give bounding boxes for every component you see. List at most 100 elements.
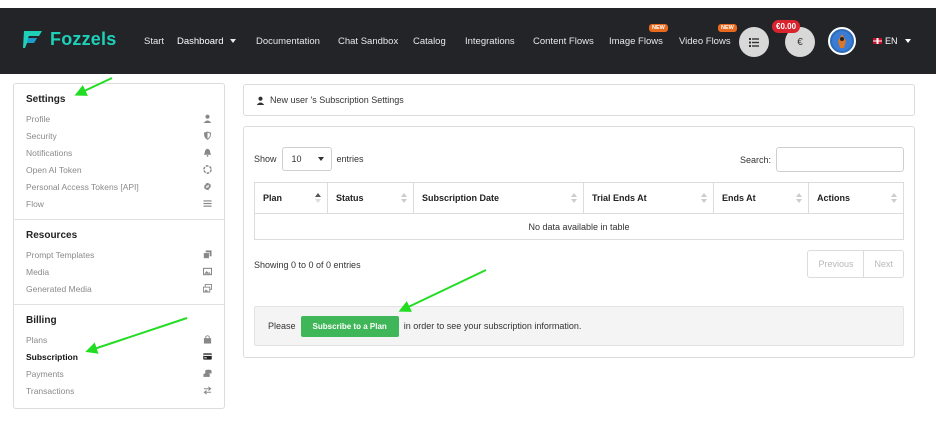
search-label: Search: [739, 154, 771, 165]
sort-icon [571, 193, 577, 203]
entries-label: entries [336, 154, 364, 164]
exchange-icon [202, 386, 212, 396]
nav-start[interactable]: Start [144, 36, 164, 47]
column-header-label: Subscription Date [422, 193, 500, 203]
sidebar-item-transactions[interactable]: Transactions [26, 382, 212, 399]
sidebar-item-generated-media[interactable]: Generated Media [26, 280, 212, 297]
column-header-label: Plan [263, 193, 283, 203]
sidebar-heading: Resources [26, 230, 78, 241]
column-header-label: Actions [817, 193, 851, 203]
nav-content-flows[interactable]: Content Flows [533, 36, 594, 47]
nav-documentation[interactable]: Documentation [256, 36, 320, 47]
nav-integrations[interactable]: Integrations [465, 36, 515, 47]
nav-chat-sandbox[interactable]: Chat Sandbox [338, 36, 398, 47]
pagination: Previous Next [807, 250, 904, 278]
sidebar-section-billing: Billing Plans Subscription Payments Tran… [14, 305, 224, 408]
sidebar-item-label: Generated Media [26, 283, 92, 294]
nav-video-flows[interactable]: Video Flows NEW [679, 24, 737, 47]
sidebar-item-notifications[interactable]: Notifications [26, 144, 212, 161]
sidebar-item-label: Flow [26, 198, 44, 209]
list-menu-button[interactable] [739, 27, 769, 57]
table-length-control: Show 10 entries [254, 147, 364, 171]
coins-icon [202, 369, 212, 379]
sidebar-item-plans[interactable]: Plans [26, 331, 212, 348]
sort-icon [401, 193, 407, 203]
subscribe-notice: Please Subscribe to a Plan in order to s… [254, 306, 904, 346]
subscribe-to-plan-button[interactable]: Subscribe to a Plan [300, 315, 399, 337]
chevron-down-icon [904, 39, 911, 43]
sidebar-item-personal-access-tokens[interactable]: Personal Access Tokens [API] [26, 178, 212, 195]
table-search: Search: [740, 147, 904, 172]
pagination-previous-button[interactable]: Previous [808, 251, 863, 277]
page-title-card: New user 's Subscription Settings [243, 84, 915, 116]
sort-icon [701, 193, 707, 203]
language-selector[interactable]: EN [873, 36, 911, 46]
column-header-ends-at[interactable]: Ends At [713, 182, 809, 214]
notice-text-before: Please [268, 321, 296, 331]
column-header-actions[interactable]: Actions [808, 182, 904, 214]
sidebar-item-label: Media [26, 266, 50, 277]
lines-icon [202, 199, 212, 209]
sidebar-item-flow[interactable]: Flow [26, 195, 212, 212]
sidebar-item-label: Personal Access Tokens [API] [26, 181, 139, 192]
uk-flag-icon [873, 38, 882, 44]
table-info: Showing 0 to 0 of 0 entries [254, 260, 361, 270]
sidebar-item-prompt-templates[interactable]: Prompt Templates [26, 246, 212, 263]
table-empty-row: No data available in table [254, 213, 904, 240]
sidebar-item-profile[interactable]: Profile [26, 110, 212, 127]
euro-icon: € [797, 36, 803, 48]
sidebar-item-media[interactable]: Media [26, 263, 212, 280]
entries-per-page-value: 10 [291, 154, 302, 164]
bag-icon [202, 335, 212, 345]
sidebar-item-label: Plans [26, 334, 48, 345]
user-icon [202, 114, 212, 124]
card-icon [202, 352, 212, 362]
avatar-image-icon [832, 31, 852, 51]
entries-per-page-select[interactable]: 10 [281, 147, 332, 171]
brand[interactable]: Fozzels [22, 28, 116, 50]
nav-catalog[interactable]: Catalog [413, 36, 446, 47]
table-header-row: Plan Status Subscription Date Trial Ends… [254, 182, 904, 214]
nav-image-flows[interactable]: Image Flows NEW [609, 24, 668, 47]
sidebar-item-payments[interactable]: Payments [26, 365, 212, 382]
sidebar-item-label: Notifications [26, 147, 73, 158]
sidebar-heading: Billing [26, 315, 57, 326]
show-label: Show [254, 154, 277, 164]
sidebar-item-open-ai-token[interactable]: Open AI Token [26, 161, 212, 178]
user-avatar[interactable] [828, 27, 856, 55]
sidebar-item-label: Profile [26, 113, 51, 124]
sidebar-item-security[interactable]: Security [26, 127, 212, 144]
brand-name: Fozzels [50, 28, 117, 49]
nav-dashboard-label: Dashboard [177, 36, 224, 47]
top-navbar: Fozzels Start Dashboard Documentation Ch… [0, 8, 936, 74]
chevron-down-icon [317, 157, 324, 161]
column-header-trial-ends-at[interactable]: Trial Ends At [583, 182, 714, 214]
user-icon [256, 96, 265, 105]
shield-icon [202, 131, 212, 141]
column-header-subscription-date[interactable]: Subscription Date [413, 182, 584, 214]
sort-icon [796, 193, 802, 203]
subscriptions-table: Plan Status Subscription Date Trial Ends… [254, 182, 904, 240]
credit-balance-badge: €0.00 [772, 20, 801, 33]
pagination-next-button[interactable]: Next [863, 251, 903, 277]
list-icon [749, 37, 759, 47]
column-header-label: Trial Ends At [592, 193, 647, 203]
nav-dashboard[interactable]: Dashboard [177, 36, 237, 47]
new-badge: NEW [649, 24, 668, 32]
search-input[interactable] [776, 147, 904, 172]
image-icon [202, 267, 212, 277]
sidebar-item-subscription[interactable]: Subscription [26, 348, 212, 365]
page-title: New user 's Subscription Settings [270, 95, 404, 105]
openai-icon [202, 165, 212, 175]
column-header-status[interactable]: Status [327, 182, 414, 214]
column-header-label: Status [336, 193, 364, 203]
new-badge: NEW [718, 24, 737, 32]
language-label: EN [885, 36, 898, 46]
chevron-down-icon [230, 39, 237, 44]
sort-ascending-icon [315, 193, 321, 203]
sidebar-section-resources: Resources Prompt Templates Media Generat… [14, 220, 224, 305]
column-header-plan[interactable]: Plan [254, 182, 328, 214]
sidebar-item-label: Payments [26, 368, 64, 379]
page: Fozzels Start Dashboard Documentation Ch… [0, 0, 936, 422]
sidebar-section-settings: Settings Profile Security Notifications … [14, 84, 224, 220]
